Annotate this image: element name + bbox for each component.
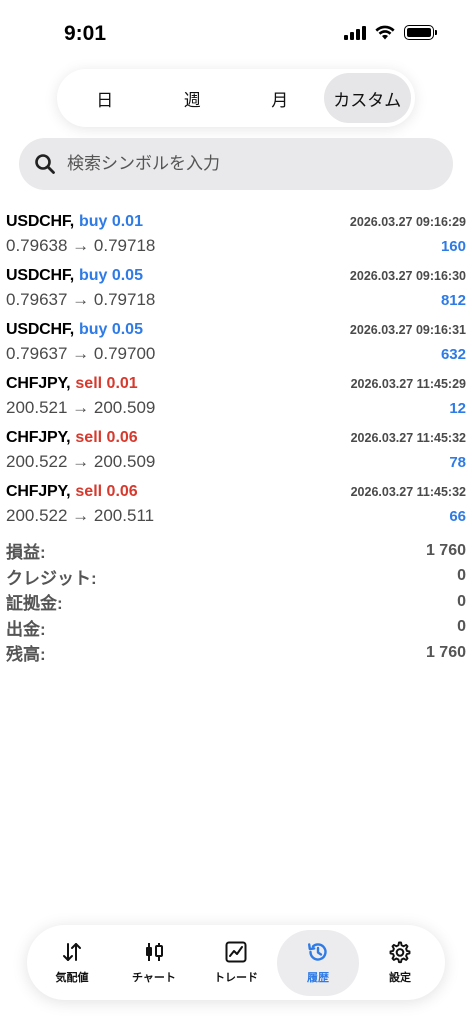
summary-row-balance: 残高: 1 760 [6,640,466,666]
trade-time: 2026.03.27 11:45:32 [350,431,466,445]
summary-row-profit: 損益: 1 760 [6,538,466,564]
status-bar: 9:01 [0,0,472,70]
trade-time: 2026.03.27 11:45:32 [350,485,466,499]
trade-time: 2026.03.27 09:16:31 [349,323,466,337]
trade-side-lots: sell 0.06 [75,483,138,500]
summary-label: 損益: [6,543,46,563]
nav-label: トレード [214,972,258,984]
trade-prices: 0.79637 → 0.79700 [6,344,156,363]
summary-value: 0 [457,567,466,585]
trade-symbol: USDCHF, [6,321,74,338]
summary-row-withdrawal: 出金: 0 [6,615,466,641]
period-segmented-control: 日 週 月 カスタム [57,69,415,127]
summary-label: 出金: [6,619,46,639]
nav-quotes[interactable]: 気配値 [31,930,113,996]
battery-icon [404,25,437,40]
trade-symbol: USDCHF, [6,213,74,230]
tab-custom[interactable]: カスタム [323,73,411,123]
trade-time: 2026.03.27 09:16:30 [349,269,466,283]
summary-label: 証拠金: [6,594,63,614]
trade-symbol: CHFJPY, [6,429,71,446]
summary-row-deposit: 証拠金: 0 [6,589,466,615]
nav-label: チャート [132,972,176,984]
trade-side-lots: buy 0.05 [78,321,143,338]
trade-profit: 632 [440,345,466,363]
history-clock-icon [308,943,327,961]
summary-row-credit: クレジット: 0 [6,564,466,590]
summary-value: 0 [457,592,466,610]
trade-row[interactable]: USDCHF, buy 0.01 2026.03.27 09:16:29 0.7… [6,208,466,262]
summary-label: 残高: [6,645,46,665]
trade-time: 2026.03.27 09:16:29 [349,215,466,229]
nav-trade[interactable]: トレード [195,930,277,996]
account-summary: 損益: 1 760 クレジット: 0 証拠金: 0 出金: 0 残高: 1 76… [6,538,466,666]
trade-row[interactable]: CHFJPY, sell 0.06 2026.03.27 11:45:32 20… [6,478,466,532]
nav-settings[interactable]: 設定 [359,930,441,996]
nav-chart[interactable]: チャート [113,930,195,996]
trade-chart-icon [225,941,247,963]
search-input[interactable] [67,154,427,174]
trade-symbol: USDCHF, [6,267,74,284]
status-time: 9:01 [64,22,107,45]
trade-profit: 78 [449,453,466,471]
trade-profit: 66 [449,507,466,525]
trade-profit: 812 [440,291,466,309]
candlestick-icon [146,943,163,961]
wifi-icon [375,25,395,40]
tab-month[interactable]: 月 [236,73,324,123]
bottom-navigation: 気配値 チャート トレード 履歴 設定 [27,925,445,1000]
trade-prices: 200.521 → 200.509 [6,398,156,417]
status-icons [344,25,437,40]
search-icon [35,154,55,174]
summary-value: 0 [457,618,466,636]
gear-icon [389,941,411,964]
trade-row[interactable]: USDCHF, buy 0.05 2026.03.27 09:16:31 0.7… [6,316,466,370]
trade-row[interactable]: USDCHF, buy 0.05 2026.03.27 09:16:30 0.7… [6,262,466,316]
nav-label: 設定 [389,972,411,984]
summary-value: 1 760 [425,541,466,559]
tab-week[interactable]: 週 [149,73,237,123]
trade-profit: 12 [449,399,466,417]
summary-value: 1 760 [425,643,466,661]
trade-prices: 0.79638 → 0.79718 [6,236,156,255]
quotes-arrows-icon [63,943,81,961]
search-bar[interactable] [19,138,453,190]
history-screen: 9:01 日 週 月 カスタム 検索シンボルを入力 USDCHF, buy 0.… [0,0,472,1024]
trade-row[interactable]: CHFJPY, sell 0.06 2026.03.27 11:45:32 20… [6,424,466,478]
trade-profit: 160 [440,237,466,255]
nav-label: 履歴 [307,972,329,984]
trade-symbol: CHFJPY, [6,375,71,392]
trade-time: 2026.03.27 11:45:29 [350,377,466,391]
trade-history-list: USDCHF, buy 0.01 2026.03.27 09:16:29 0.7… [6,208,466,532]
trade-row[interactable]: CHFJPY, sell 0.01 2026.03.27 11:45:29 20… [6,370,466,424]
trade-prices: 200.522 → 200.511 [6,506,155,525]
summary-label: クレジット: [6,568,97,588]
trade-side-lots: buy 0.01 [78,213,143,230]
trade-prices: 0.79637 → 0.79718 [6,290,156,309]
trade-side-lots: buy 0.05 [78,267,143,284]
trade-side-lots: sell 0.01 [75,375,138,392]
tab-day[interactable]: 日 [61,73,149,123]
nav-label: 気配値 [55,972,89,984]
trade-symbol: CHFJPY, [6,483,71,500]
nav-history[interactable]: 履歴 [277,929,359,996]
cellular-signal-icon [344,25,366,40]
trade-side-lots: sell 0.06 [75,429,138,446]
trade-prices: 200.522 → 200.509 [6,452,156,471]
